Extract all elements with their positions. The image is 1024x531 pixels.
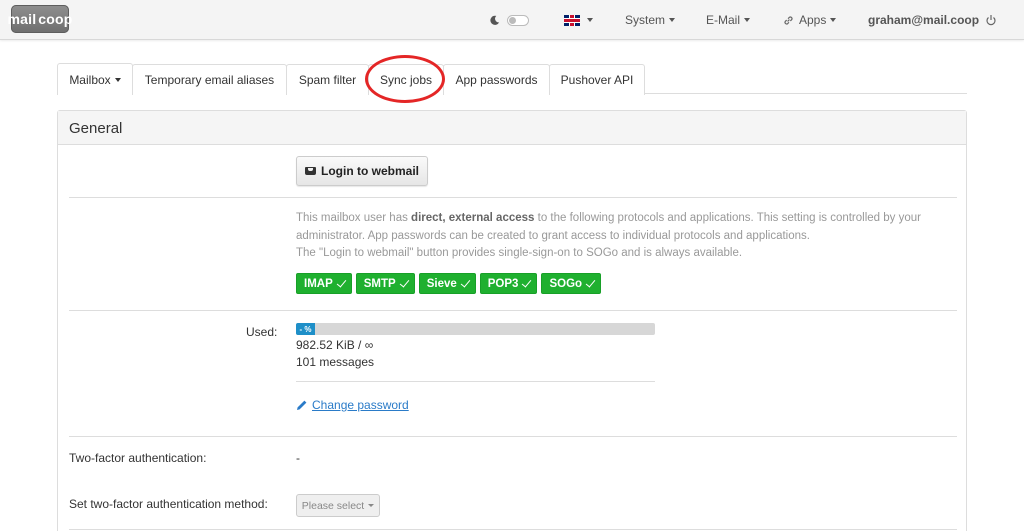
- info-text-pre: This mailbox user has: [296, 212, 412, 224]
- change-password-label: Change password: [312, 398, 409, 412]
- check-icon: [336, 276, 347, 288]
- pencil-icon: [297, 400, 307, 410]
- protocol-label: POP3: [487, 277, 519, 290]
- panel-heading: General: [58, 111, 966, 145]
- email-menu-label: E-Mail: [706, 13, 741, 27]
- info-text-bold: direct, external access: [411, 212, 535, 224]
- divider: [69, 529, 957, 530]
- highlight-circle: [365, 55, 445, 103]
- select-placeholder: Please select: [301, 499, 365, 512]
- two-factor-method-select[interactable]: Please select: [296, 494, 380, 517]
- inbox-icon: [305, 167, 316, 175]
- login-to-webmail-button[interactable]: Login to webmail: [296, 156, 428, 186]
- apps-menu[interactable]: Apps: [783, 0, 837, 40]
- language-dropdown[interactable]: [564, 0, 593, 40]
- protocol-badge-sieve: Sieve: [418, 273, 476, 294]
- divider: [296, 381, 655, 382]
- chevron-down-icon: [114, 77, 121, 82]
- protocol-badge-sogo: SOGo: [541, 273, 602, 294]
- webmail-button-label: Login to webmail: [321, 164, 419, 178]
- top-navbar: mail coop System E-Mail Apps graham@mail.…: [0, 0, 1024, 40]
- divider: [69, 436, 957, 437]
- tab-mailbox-label: Mailbox: [69, 72, 111, 87]
- system-menu[interactable]: System: [625, 0, 676, 40]
- tab-label: App passwords: [455, 73, 538, 87]
- message-count: 101 messages: [296, 355, 375, 369]
- logo-text-left: mail: [7, 11, 37, 27]
- protocol-label: IMAP: [304, 277, 333, 290]
- email-menu[interactable]: E-Mail: [706, 0, 751, 40]
- tab-label: Temporary email aliases: [144, 73, 275, 87]
- user-email: graham@mail.coop: [868, 13, 980, 27]
- uk-flag-icon: [564, 14, 580, 26]
- account-tabs: Mailbox Temporary email aliases Spam fil…: [57, 63, 967, 95]
- apps-menu-label: Apps: [799, 13, 827, 27]
- tab-spam-filter[interactable]: Spam filter: [286, 64, 369, 95]
- divider: [69, 197, 957, 198]
- protocol-badges: IMAP SMTP Sieve POP3 SOGo: [296, 273, 602, 294]
- tab-mailbox[interactable]: Mailbox: [57, 63, 133, 95]
- tab-temporary-email-aliases[interactable]: Temporary email aliases: [132, 64, 287, 95]
- tab-app-passwords[interactable]: App passwords: [443, 64, 550, 95]
- chevron-down-icon: [368, 504, 375, 507]
- check-icon: [585, 276, 596, 288]
- access-info-text: This mailbox user has direct, external a…: [296, 210, 961, 263]
- protocol-badge-pop3: POP3: [479, 273, 538, 294]
- chevron-down-icon: [587, 18, 593, 22]
- protocol-label: SMTP: [363, 277, 396, 290]
- tab-label: Spam filter: [298, 73, 357, 87]
- user-menu[interactable]: graham@mail.coop: [868, 0, 997, 40]
- check-icon: [522, 276, 532, 288]
- tab-pushover-api[interactable]: Pushover API: [549, 64, 645, 95]
- change-password-link[interactable]: Change password: [296, 398, 409, 412]
- protocol-label: SOGo: [549, 277, 583, 290]
- link-icon: [784, 15, 793, 25]
- check-icon: [460, 276, 471, 288]
- divider: [69, 310, 957, 311]
- tab-label: Pushover API: [560, 73, 634, 87]
- mailcoop-logo[interactable]: mail coop: [7, 5, 73, 33]
- protocol-badge-smtp: SMTP: [355, 273, 415, 294]
- general-panel: General Login to webmail This mailbox us…: [57, 110, 967, 531]
- two-factor-label: Two-factor authentication:: [69, 451, 207, 465]
- protocol-badge-imap: IMAP: [296, 273, 352, 294]
- chevron-down-icon: [669, 18, 676, 22]
- check-icon: [399, 276, 410, 288]
- protocol-label: Sieve: [426, 277, 457, 290]
- two-factor-value: -: [296, 451, 300, 465]
- dark-mode-switch[interactable]: [507, 14, 529, 26]
- chevron-down-icon: [744, 18, 751, 22]
- quota-progress-fill: - %: [296, 323, 315, 335]
- used-label: Used:: [246, 325, 278, 339]
- quota-progress-bar: - %: [296, 323, 655, 335]
- chevron-down-icon: [830, 18, 837, 22]
- dark-mode-toggle[interactable]: [489, 0, 529, 40]
- quota-usage: 982.52 KiB / ∞: [296, 338, 374, 352]
- logout-icon[interactable]: [985, 14, 997, 26]
- moon-icon: [490, 15, 500, 25]
- set-two-factor-label: Set two-factor authentication method:: [69, 497, 268, 511]
- system-menu-label: System: [625, 13, 666, 27]
- info-text-sso: The "Login to webmail" button provides s…: [296, 247, 743, 259]
- logo-text-right: coop: [38, 11, 73, 27]
